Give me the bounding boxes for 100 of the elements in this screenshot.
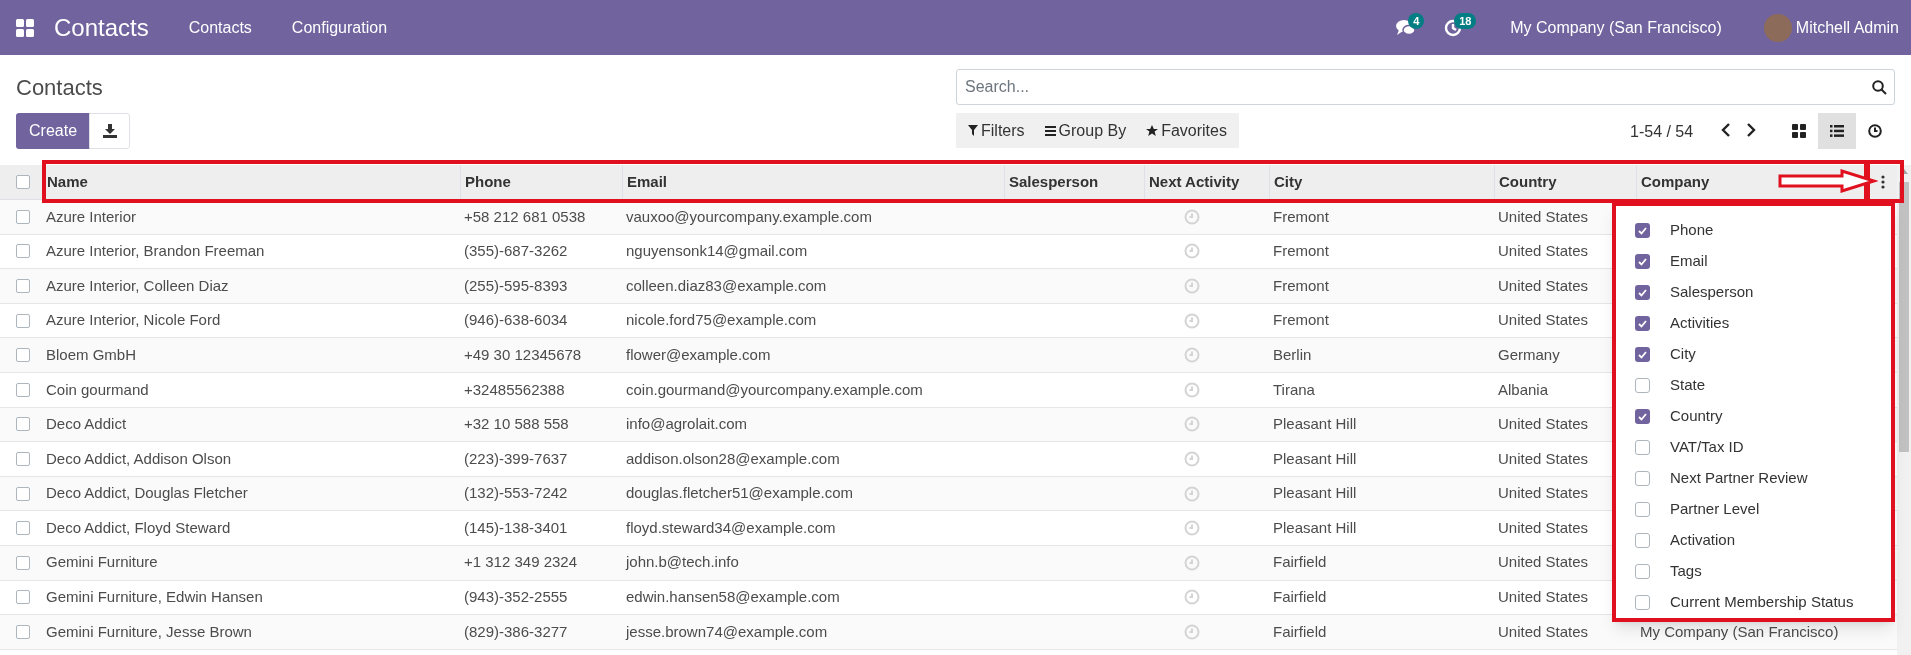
row-checkbox[interactable] (16, 624, 30, 639)
column-header[interactable]: Phone (465, 170, 511, 194)
company-switcher[interactable]: My Company (San Francisco) (1510, 15, 1722, 40)
column-option[interactable]: Tags (1670, 560, 1702, 583)
row-checkbox[interactable] (16, 555, 30, 570)
menu-item[interactable]: Contacts (188, 15, 252, 40)
row-checkbox[interactable] (16, 279, 30, 293)
search-field[interactable]: Search... (956, 69, 1895, 105)
grid-icon[interactable] (1792, 124, 1806, 138)
check-icon (1638, 257, 1647, 266)
table-cell: flower@example.com (626, 345, 771, 363)
column-option[interactable]: Current Membership Status (1670, 591, 1854, 614)
table-cell: (223)-399-7637 (464, 449, 568, 467)
table-cell: (943)-352-2555 (464, 588, 568, 606)
table-cell: Gemini Furniture (46, 553, 158, 571)
row-checkbox[interactable] (16, 590, 30, 605)
checkbox[interactable] (1635, 347, 1650, 362)
table-cell: douglas.fletcher51@example.com (626, 484, 853, 502)
column-option[interactable]: Salesperson (1670, 281, 1754, 304)
checkbox[interactable] (1635, 502, 1650, 517)
create-button[interactable]: Create (16, 113, 91, 149)
column-header[interactable]: Name (47, 170, 88, 194)
table-cell: Fairfield (1273, 622, 1327, 640)
row-checkbox[interactable] (16, 382, 30, 397)
table-cell: Gemini Furniture, Edwin Hansen (46, 588, 263, 606)
column-option[interactable]: Partner Level (1670, 498, 1760, 521)
table-cell: Germany (1498, 345, 1560, 363)
filter-menu-button[interactable]: Group By (1044, 118, 1127, 143)
table-cell: United States (1498, 449, 1589, 467)
column-option[interactable]: VAT/Tax ID (1670, 436, 1744, 459)
column-option[interactable]: Activities (1670, 312, 1730, 335)
more-options-icon[interactable] (1880, 175, 1885, 189)
download-icon[interactable] (102, 124, 117, 138)
row-checkbox[interactable] (16, 313, 30, 328)
table-cell: Berlin (1273, 345, 1312, 363)
scrollbar[interactable] (1897, 165, 1911, 655)
checkbox[interactable] (1635, 409, 1650, 424)
row-checkbox[interactable] (16, 451, 30, 466)
app-menu-icon[interactable] (16, 18, 34, 37)
table-cell: United States (1498, 588, 1589, 606)
previous-icon[interactable] (1721, 123, 1731, 137)
search-icon[interactable] (1872, 80, 1887, 95)
row-checkbox[interactable] (16, 348, 30, 363)
column-option[interactable]: City (1670, 343, 1696, 366)
table-cell: Pleasant Hill (1273, 484, 1357, 502)
table-cell: +32485562388 (464, 380, 565, 398)
table-cell: United States (1498, 518, 1589, 536)
table-cell: Pleasant Hill (1273, 518, 1357, 536)
checkbox[interactable] (1635, 440, 1650, 455)
checkbox[interactable] (1635, 471, 1650, 486)
column-header[interactable]: Next Activity (1149, 170, 1240, 194)
column-header[interactable]: Company (1641, 170, 1710, 194)
column-header[interactable]: Email (627, 170, 668, 194)
table-cell: nicole.ford75@example.com (626, 311, 817, 329)
table-cell: My Company (San Francisco) (1640, 622, 1839, 640)
table-cell: jesse.brown74@example.com (626, 622, 828, 640)
column-header[interactable]: Salesperson (1009, 170, 1099, 194)
checkbox[interactable] (1635, 254, 1650, 269)
filter-menu-button[interactable]: Filters (968, 118, 1025, 143)
list-view-button[interactable] (1818, 113, 1856, 149)
table-cell: Fairfield (1273, 553, 1327, 571)
column-option[interactable]: Next Partner Review (1670, 467, 1808, 490)
table-cell: Fremont (1273, 276, 1329, 294)
column-header[interactable]: City (1274, 170, 1303, 194)
checkbox[interactable] (1635, 533, 1650, 548)
column-option[interactable]: Activation (1670, 529, 1736, 552)
filter-menu-button[interactable]: Favorites (1146, 118, 1227, 143)
table-cell: United States (1498, 276, 1589, 294)
row-checkbox[interactable] (16, 244, 30, 259)
table-cell: +49 30 12345678 (464, 345, 582, 363)
table-cell: john.b@tech.info (626, 553, 739, 571)
table-cell: Bloem GmbH (46, 345, 137, 363)
column-option[interactable]: Phone (1670, 219, 1714, 242)
row-checkbox[interactable] (16, 486, 30, 501)
check-icon (1638, 319, 1647, 328)
list-icon[interactable] (1830, 125, 1844, 137)
checkbox[interactable] (1635, 316, 1650, 331)
row-checkbox[interactable] (16, 521, 30, 536)
table-cell: nguyensonk14@gmail.com (626, 242, 808, 260)
menu-item[interactable]: Configuration (291, 15, 388, 40)
table-cell: United States (1498, 207, 1589, 225)
select-all-checkbox[interactable] (16, 175, 30, 189)
row-checkbox[interactable] (16, 417, 30, 432)
column-option[interactable]: State (1670, 374, 1706, 397)
download-button[interactable] (89, 113, 130, 149)
table-cell: +1 312 349 2324 (464, 553, 578, 571)
column-option[interactable]: Country (1670, 405, 1723, 428)
row-checkbox[interactable] (16, 209, 30, 224)
checkbox[interactable] (1635, 595, 1650, 610)
clock-icon[interactable] (1868, 124, 1882, 138)
column-header[interactable]: Country (1499, 170, 1557, 194)
checkbox[interactable] (1635, 378, 1650, 393)
checkbox[interactable] (1635, 223, 1650, 238)
checkbox[interactable] (1635, 285, 1650, 300)
check-icon (1638, 412, 1647, 421)
user-menu[interactable]: Mitchell Admin (1795, 15, 1899, 40)
next-icon[interactable] (1746, 123, 1756, 137)
table-cell: Tirana (1273, 380, 1315, 398)
checkbox[interactable] (1635, 564, 1650, 579)
column-option[interactable]: Email (1670, 250, 1708, 273)
